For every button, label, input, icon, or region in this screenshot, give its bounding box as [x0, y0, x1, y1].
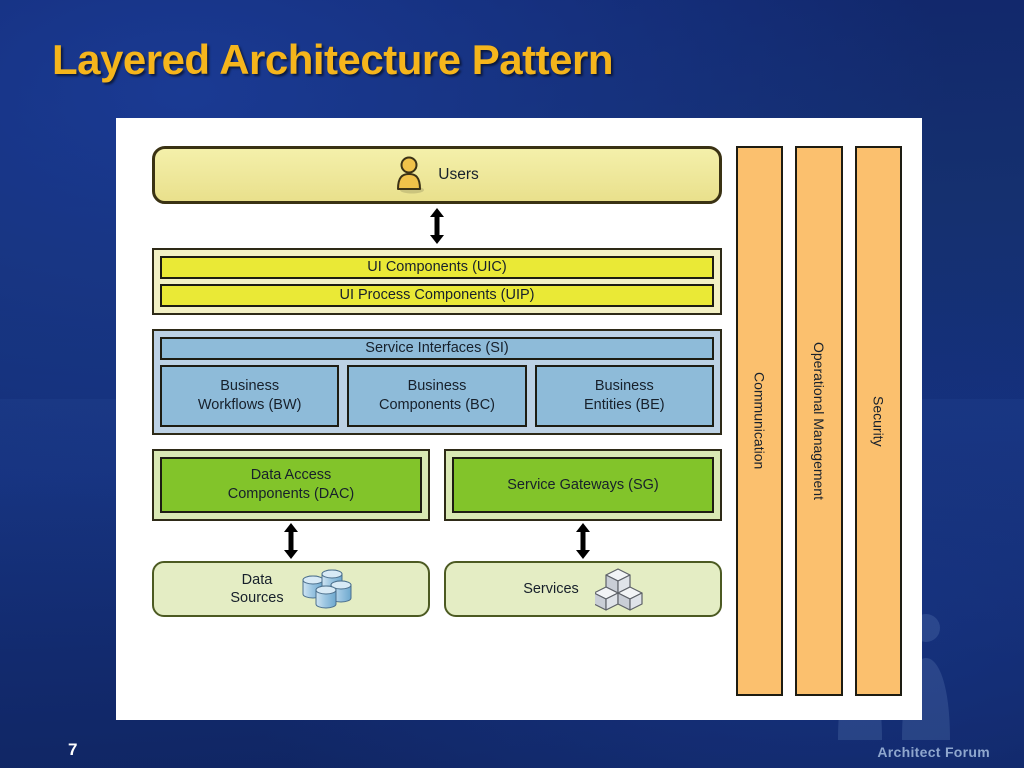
data-access-layer-container: Data Access Components (DAC) — [152, 449, 430, 522]
users-label: Users — [438, 166, 479, 183]
arrow-slot-services — [444, 521, 722, 561]
diagram-panel: Users UI Components (UIC) UI Process Com… — [116, 118, 922, 720]
services-box[interactable]: Services — [444, 561, 722, 618]
business-entities-line2: Entities (BE) — [584, 397, 665, 414]
business-layer-container: Service Interfaces (SI) Business Workflo… — [152, 329, 722, 436]
dac-line2: Components (DAC) — [227, 486, 355, 503]
ui-process-components-box[interactable]: UI Process Components (UIP) — [160, 284, 714, 308]
business-sub-boxes-row: Business Workflows (BW) Business Compone… — [160, 365, 714, 428]
business-components-box[interactable]: Business Components (BC) — [347, 365, 527, 428]
data-layer-row: Data Access Components (DAC) Service Gat… — [152, 449, 722, 522]
data-sources-line2: Sources — [230, 590, 284, 607]
communication-label: Communication — [751, 372, 768, 470]
operational-management-bar[interactable]: Operational Management — [795, 146, 843, 696]
data-sources-box[interactable]: Data Sources — [152, 561, 430, 618]
services-label: Services — [523, 581, 579, 598]
security-bar[interactable]: Security — [854, 146, 902, 696]
dac-line1: Data Access — [250, 467, 332, 484]
ui-layer-container: UI Components (UIC) UI Process Component… — [152, 248, 722, 316]
operational-management-label: Operational Management — [810, 342, 827, 500]
business-entities-box[interactable]: Business Entities (BE) — [534, 365, 714, 428]
sources-row: Data Sources Services — [152, 561, 722, 618]
page-title: Layered Architecture Pattern — [52, 36, 613, 83]
service-gateways-layer-container: Service Gateways (SG) — [444, 449, 722, 522]
ui-components-box[interactable]: UI Components (UIC) — [160, 256, 714, 280]
cubes-icon — [594, 568, 643, 611]
users-box[interactable]: Users — [152, 146, 722, 204]
service-interfaces-box[interactable]: Service Interfaces (SI) — [160, 337, 714, 361]
data-sources-line1: Data — [241, 571, 273, 588]
user-person-icon — [397, 156, 425, 194]
communication-bar[interactable]: Communication — [736, 146, 784, 696]
arrow-users-to-ui-zone — [152, 204, 722, 248]
database-cylinders-icon — [302, 569, 352, 609]
spacer-ui-business — [152, 315, 722, 329]
business-workflows-line1: Business — [220, 378, 280, 395]
security-label: Security — [870, 395, 887, 447]
page-number: 7 — [68, 740, 78, 759]
service-gateways-box[interactable]: Service Gateways (SG) — [452, 457, 714, 514]
business-entities-line1: Business — [594, 378, 654, 395]
diagram-layer-stack: Users UI Components (UIC) UI Process Com… — [152, 146, 722, 696]
double-arrow-dac-datasources-icon — [284, 523, 298, 560]
double-arrow-users-ui-icon — [430, 208, 444, 244]
forum-label: Architect Forum — [877, 744, 990, 760]
double-arrow-sg-services-icon — [576, 523, 590, 560]
spacer-business-data — [152, 435, 722, 449]
cross-cutting-bars: Communication Operational Management Sec… — [736, 146, 902, 696]
data-access-components-box[interactable]: Data Access Components (DAC) — [160, 457, 422, 514]
business-workflows-box[interactable]: Business Workflows (BW) — [160, 365, 340, 428]
arrow-slot-data-sources — [152, 521, 430, 561]
business-workflows-line2: Workflows (BW) — [197, 397, 302, 414]
business-components-line1: Business — [407, 378, 467, 395]
business-components-line2: Components (BC) — [378, 397, 496, 414]
arrows-to-sources-row — [152, 521, 722, 561]
